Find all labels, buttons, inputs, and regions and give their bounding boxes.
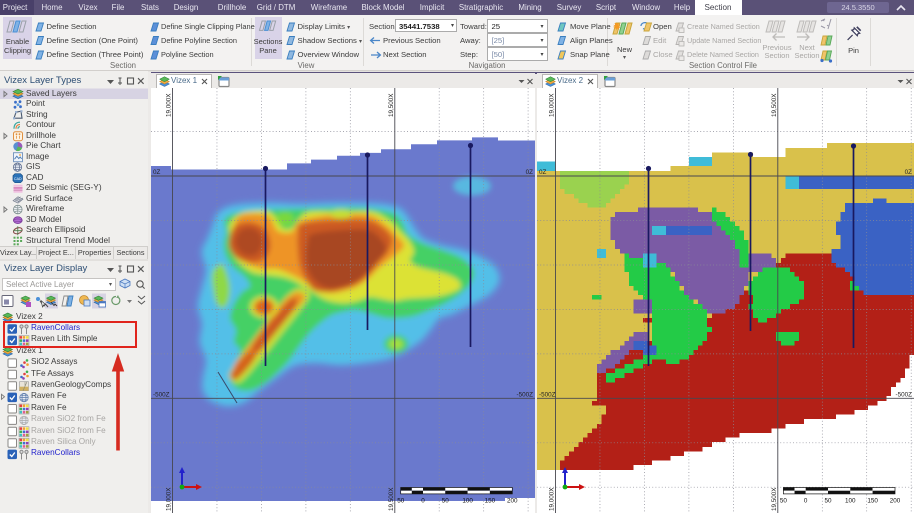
svg-text:50: 50 [397, 498, 405, 505]
svg-text:0: 0 [421, 498, 425, 505]
svg-text:19,000X: 19,000X [166, 93, 173, 117]
svg-text:150: 150 [485, 498, 496, 505]
svg-text:0: 0 [804, 498, 808, 505]
svg-text:-500Z: -500Z [153, 391, 170, 398]
svg-text:CAD: CAD [14, 177, 22, 181]
svg-text:-500Z: -500Z [539, 391, 556, 398]
svg-text:100: 100 [845, 498, 856, 505]
svg-text:19,500X: 19,500X [771, 93, 778, 117]
svg-text:0Z: 0Z [539, 169, 547, 176]
svg-text:19,000X: 19,000X [166, 487, 173, 511]
svg-text:50: 50 [780, 498, 788, 505]
svg-text:50: 50 [442, 498, 450, 505]
svg-text:-500Z: -500Z [517, 391, 534, 398]
svg-text:200: 200 [507, 498, 518, 505]
svg-text:19,500X: 19,500X [388, 93, 395, 117]
svg-text:100: 100 [462, 498, 473, 505]
svg-text:19,500X: 19,500X [771, 487, 778, 511]
svg-text:150: 150 [867, 498, 878, 505]
svg-text:0Z: 0Z [153, 169, 161, 176]
svg-text:-500Z: -500Z [896, 391, 913, 398]
svg-text:200: 200 [890, 498, 901, 505]
svg-text:19,000X: 19,000X [549, 487, 556, 511]
svg-text:19,500X: 19,500X [388, 487, 395, 511]
svg-text:0Z: 0Z [526, 169, 534, 176]
svg-text:19,000X: 19,000X [549, 93, 556, 117]
svg-text:50: 50 [824, 498, 832, 505]
svg-text:0Z: 0Z [905, 169, 913, 176]
